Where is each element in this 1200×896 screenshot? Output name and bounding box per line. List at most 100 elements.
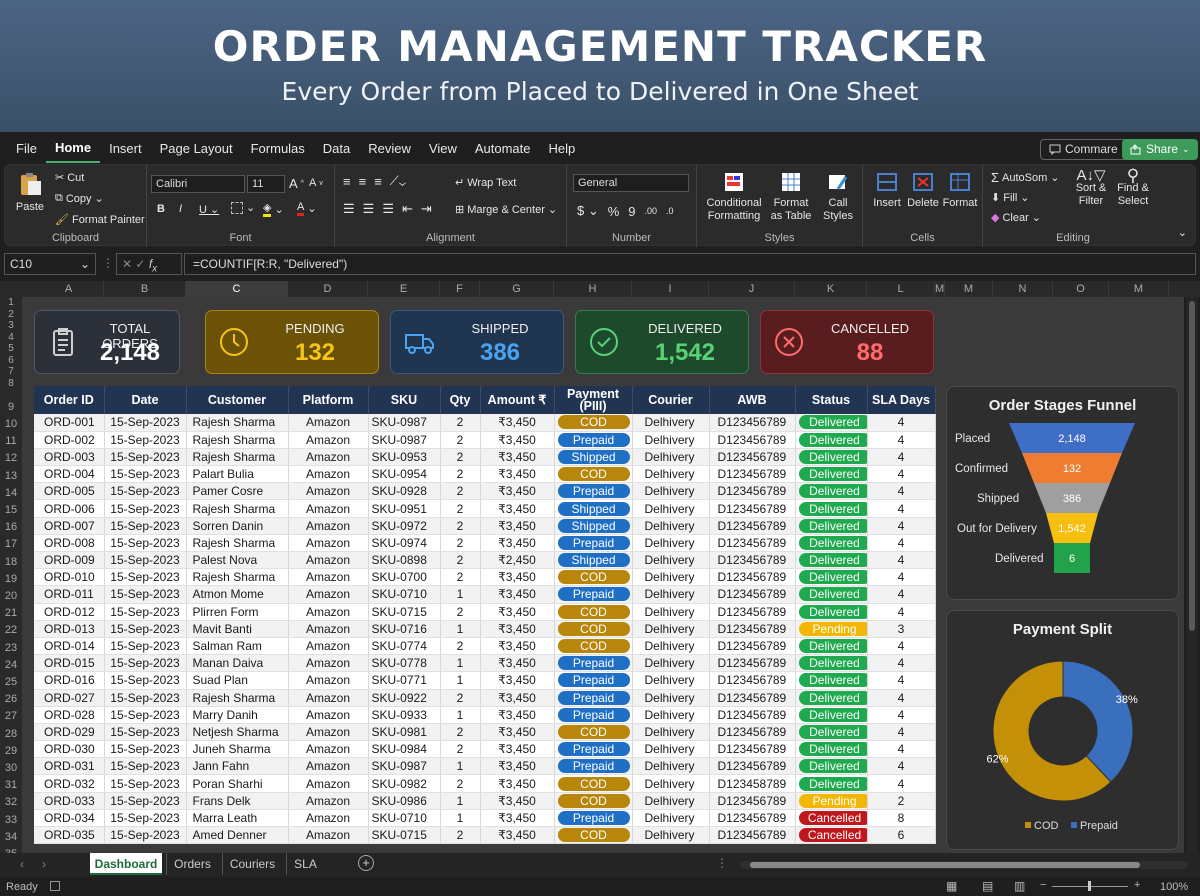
table-cell[interactable]: 15-Sep-2023 xyxy=(104,826,187,845)
row-header[interactable]: 1 xyxy=(0,297,22,309)
table-cell[interactable]: ₹3,450 xyxy=(480,465,555,484)
table-cell[interactable]: ₹3,450 xyxy=(480,757,555,776)
comments-button[interactable]: Commare xyxy=(1040,139,1127,160)
table-cell[interactable]: Amazon xyxy=(288,534,369,553)
row-header[interactable]: 4 xyxy=(0,332,22,344)
table-cell[interactable]: Amazon xyxy=(288,585,369,604)
menu-page-layout[interactable]: Page Layout xyxy=(151,136,242,162)
row-header[interactable]: 16 xyxy=(0,519,22,536)
sheet-tab-couriers[interactable]: Couriers xyxy=(222,853,282,875)
table-cell[interactable]: 4 xyxy=(867,482,936,501)
table-cell[interactable]: D123456789 xyxy=(709,637,796,656)
table-cell[interactable]: 2 xyxy=(440,551,481,570)
table-cell[interactable]: D123456789 xyxy=(709,499,796,518)
table-row[interactable]: ORD-031 15-Sep-2023 Jann Fahn Amazon SKU-098… xyxy=(34,757,936,776)
table-cell[interactable]: Delhivery xyxy=(632,414,710,432)
table-cell[interactable]: Delivered xyxy=(795,465,868,484)
table-cell[interactable]: D123456789 xyxy=(709,414,796,432)
table-cell[interactable]: Amazon xyxy=(288,482,369,501)
table-cell[interactable]: ₹3,450 xyxy=(480,671,555,690)
horizontal-scrollbar[interactable] xyxy=(740,861,1188,869)
table-cell[interactable]: D123456789 xyxy=(709,603,796,621)
table-cell[interactable]: ₹3,450 xyxy=(480,603,555,621)
table-row[interactable]: ORD-028 15-Sep-2023 Marry Danih Amazon SKU-0… xyxy=(34,706,936,724)
column-header-status[interactable]: Status xyxy=(795,386,868,414)
table-cell[interactable]: ₹3,450 xyxy=(480,809,555,828)
table-cell[interactable]: 2 xyxy=(440,723,481,742)
table-cell[interactable]: Palart Bulia xyxy=(186,465,289,484)
table-cell[interactable]: Netjesh Sharma xyxy=(186,723,289,742)
table-row[interactable]: ORD-030 15-Sep-2023 Juneh Sharma Amazon SKU-… xyxy=(34,740,936,759)
row-header[interactable]: 19 xyxy=(0,571,22,588)
table-cell[interactable]: Delivered xyxy=(795,448,868,467)
table-cell[interactable]: 15-Sep-2023 xyxy=(104,706,187,724)
table-cell[interactable]: Suad Plan xyxy=(186,671,289,690)
table-cell[interactable]: Delhivery xyxy=(632,431,710,449)
table-cell[interactable]: 1 xyxy=(440,585,481,604)
cut-button[interactable]: ✂ Cut xyxy=(55,171,84,185)
table-cell[interactable]: Amazon xyxy=(288,499,369,518)
table-cell[interactable]: Prepaid xyxy=(554,482,633,501)
sheet-tab-sla[interactable]: SLA xyxy=(286,853,324,875)
enter-icon[interactable]: ✓ xyxy=(135,257,145,271)
clear-button[interactable]: ◆ Clear ⌄ xyxy=(991,211,1041,225)
page-break-view-icon[interactable]: ▥ xyxy=(1014,879,1025,893)
table-cell[interactable]: 4 xyxy=(867,637,936,656)
table-cell[interactable]: ORD-011 xyxy=(34,585,105,604)
table-cell[interactable]: 1 xyxy=(440,792,481,810)
table-cell[interactable]: ORD-034 xyxy=(34,809,105,828)
table-cell[interactable]: ORD-035 xyxy=(34,826,105,845)
table-cell[interactable]: SKU-0953 xyxy=(368,448,441,467)
table-cell[interactable]: Delivered xyxy=(795,603,868,621)
table-cell[interactable]: Rajesh Sharma xyxy=(186,431,289,449)
cell-styles-button[interactable]: Call Styles xyxy=(817,171,859,223)
table-cell[interactable]: ₹3,450 xyxy=(480,826,555,845)
tab-next-icon[interactable]: › xyxy=(42,857,46,871)
table-cell[interactable]: Delhivery xyxy=(632,482,710,501)
table-cell[interactable]: 15-Sep-2023 xyxy=(104,465,187,484)
table-cell[interactable]: Prepaid xyxy=(554,809,633,828)
table-cell[interactable]: 4 xyxy=(867,499,936,518)
table-cell[interactable]: 2 xyxy=(440,689,481,707)
column-header[interactable]: M xyxy=(945,281,993,297)
table-cell[interactable]: ₹3,450 xyxy=(480,517,555,535)
column-header[interactable]: M xyxy=(935,281,945,297)
table-cell[interactable]: ₹3,450 xyxy=(480,723,555,742)
table-cell[interactable]: D123456789 xyxy=(709,448,796,467)
table-cell[interactable]: Delivered xyxy=(795,637,868,656)
row-header[interactable]: 22 xyxy=(0,622,22,639)
menu-data[interactable]: Data xyxy=(314,136,359,162)
zoom-out-icon[interactable]: − xyxy=(1040,879,1046,891)
vertical-align-buttons[interactable]: ≡ ≡ ≡ ⟋⌄ xyxy=(343,173,406,189)
table-cell[interactable]: ORD-032 xyxy=(34,774,105,793)
table-cell[interactable]: Delivered xyxy=(795,414,868,432)
column-header[interactable]: L xyxy=(867,281,935,297)
table-cell[interactable]: Delhivery xyxy=(632,585,710,604)
table-cell[interactable]: Amazon xyxy=(288,637,369,656)
table-row[interactable]: ORD-012 15-Sep-2023 Plirren Form Amazon SKU-… xyxy=(34,603,936,621)
table-cell[interactable]: ₹3,450 xyxy=(480,620,555,638)
table-cell[interactable]: Delhivery xyxy=(632,568,710,587)
table-cell[interactable]: Delivered xyxy=(795,723,868,742)
table-cell[interactable]: ORD-005 xyxy=(34,482,105,501)
fill-color-button[interactable]: ◈ ⌄ xyxy=(263,201,284,217)
table-cell[interactable]: Delhivery xyxy=(632,465,710,484)
menu-view[interactable]: View xyxy=(420,136,466,162)
table-cell[interactable]: ORD-010 xyxy=(34,568,105,587)
table-cell[interactable]: SKU-0987 xyxy=(368,757,441,776)
table-cell[interactable]: 15-Sep-2023 xyxy=(104,585,187,604)
table-cell[interactable]: D123456789 xyxy=(709,551,796,570)
table-cell[interactable]: Rajesh Sharma xyxy=(186,568,289,587)
row-header[interactable]: 34 xyxy=(0,829,22,846)
table-cell[interactable]: Cancelled xyxy=(795,809,868,828)
table-row[interactable]: ORD-027 15-Sep-2023 Rajesh Sharma Amazon SKU… xyxy=(34,689,936,707)
table-cell[interactable]: ORD-029 xyxy=(34,723,105,742)
table-cell[interactable]: ORD-027 xyxy=(34,689,105,707)
table-cell[interactable]: ₹3,450 xyxy=(480,534,555,553)
shrink-font-button[interactable]: Av xyxy=(309,177,323,189)
table-cell[interactable]: Delivered xyxy=(795,689,868,707)
table-cell[interactable]: Rajesh Sharma xyxy=(186,534,289,553)
table-cell[interactable]: 2 xyxy=(440,431,481,449)
row-header[interactable]: 7 xyxy=(0,366,22,378)
column-header-amount-[interactable]: Amount ₹ xyxy=(480,386,555,414)
